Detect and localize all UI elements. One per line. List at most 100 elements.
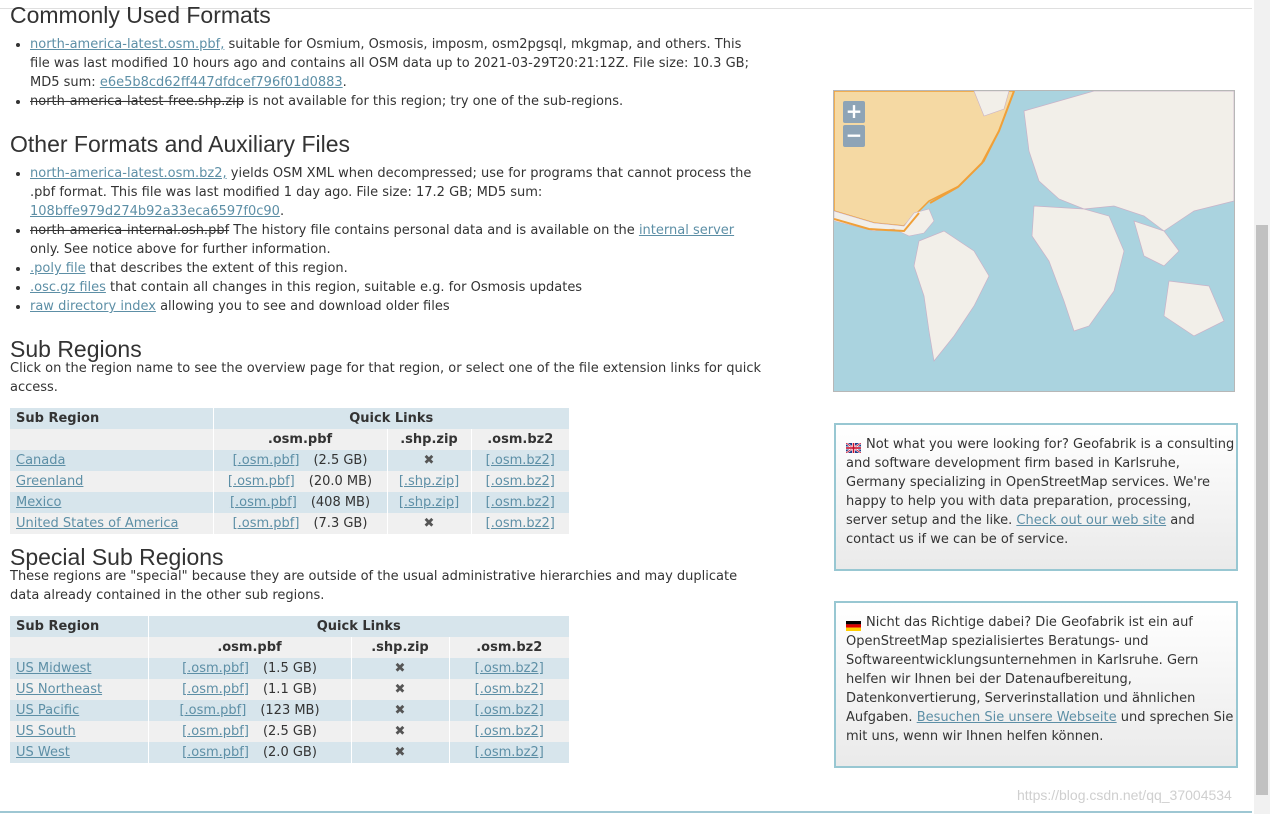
region-link-cell: US Northeast xyxy=(10,679,148,700)
region-name-link[interactable]: Mexico xyxy=(16,495,61,510)
internal-unavailable-label: north-america-internal.osh.pbf xyxy=(30,223,230,238)
bz2-md5-link[interactable]: 108bffe979d274b92a33eca6597f0c90 xyxy=(30,204,280,219)
shp-cell: ✖ xyxy=(350,721,449,742)
pbf-md5-link[interactable]: e6e5b8cd62ff447dfdcef796f01d0883 xyxy=(100,75,343,90)
watermark: https://blog.csdn.net/qq_37004534 xyxy=(1017,787,1232,803)
pbf-cell: [.osm.pbf] (2.0 GB) xyxy=(147,742,351,763)
table-row: US Midwest [.osm.pbf] (1.5 GB) ✖ [.osm.bz2] xyxy=(10,658,569,679)
pbf-link[interactable]: [.osm.pbf] xyxy=(179,703,246,718)
column-header-bz2: .osm.bz2 xyxy=(448,637,569,658)
shp-link[interactable]: [.shp.zip] xyxy=(399,495,459,510)
shp-cell: ✖ xyxy=(386,450,471,471)
scrollbar-thumb[interactable] xyxy=(1256,225,1268,795)
pbf-link[interactable]: [.osm.pbf] xyxy=(228,474,295,489)
pbf-cell: [.osm.pbf] (20.0 MB) xyxy=(212,471,387,492)
sub-regions-table: Sub Region Quick Links .osm.pbf .shp.zip… xyxy=(10,408,569,534)
bz2-link[interactable]: [.osm.bz2] xyxy=(475,703,544,718)
pbf-link[interactable]: [.osm.pbf] xyxy=(182,724,249,739)
internal-server-link[interactable]: internal server xyxy=(639,223,734,238)
table-row: US Northeast [.osm.pbf] (1.1 GB) ✖ [.osm.bz2… xyxy=(10,679,569,700)
region-link-cell: US South xyxy=(10,721,148,742)
column-header-bz2: .osm.bz2 xyxy=(470,429,569,450)
table-subheader-row: .osm.pbf .shp.zip .osm.bz2 xyxy=(10,637,569,658)
not-available-icon: ✖ xyxy=(423,453,435,468)
region-name-link[interactable]: US West xyxy=(16,745,70,760)
list-item: .osc.gz files that contain all changes i… xyxy=(30,278,762,297)
bz2-download-link[interactable]: north-america-latest.osm.bz2, xyxy=(30,166,227,181)
not-available-icon: ✖ xyxy=(394,703,406,718)
bottom-divider xyxy=(0,811,1252,813)
pbf-link[interactable]: [.osm.pbf] xyxy=(233,453,300,468)
region-name-link[interactable]: United States of America xyxy=(16,516,178,531)
pbf-link[interactable]: [.osm.pbf] xyxy=(182,745,249,760)
table-row: US West [.osm.pbf] (2.0 GB) ✖ [.osm.bz2] xyxy=(10,742,569,763)
column-header-quick-links: Quick Links xyxy=(212,408,569,429)
region-map[interactable] xyxy=(833,90,1235,392)
bz2-link[interactable]: [.osm.bz2] xyxy=(486,495,555,510)
bz2-link[interactable]: [.osm.bz2] xyxy=(475,661,544,676)
shp-cell: ✖ xyxy=(386,513,471,534)
column-header-sub-region: Sub Region xyxy=(10,408,213,429)
uk-flag-icon xyxy=(845,440,862,454)
column-header-shp: .shp.zip xyxy=(350,637,449,658)
region-name-link[interactable]: US Northeast xyxy=(16,682,102,697)
file-size: (1.1 GB) xyxy=(262,682,317,697)
region-link-cell: Greenland xyxy=(10,471,213,492)
check-website-link[interactable]: Check out our web site xyxy=(1016,513,1166,528)
bz2-cell: [.osm.bz2] xyxy=(448,742,569,763)
info-box-german: Nicht das Richtige dabei? Die Geofabrik … xyxy=(834,601,1238,768)
info-de-text: Nicht das Richtige dabei? Die Geofabrik … xyxy=(846,615,1199,725)
table-row: US Pacific [.osm.pbf] (123 MB) ✖ [.osm.bz2] xyxy=(10,700,569,721)
pbf-cell: [.osm.pbf] (1.5 GB) xyxy=(147,658,351,679)
pbf-link[interactable]: [.osm.pbf] xyxy=(182,661,249,676)
table-header-row: Sub Region Quick Links xyxy=(10,408,569,429)
zoom-out-button[interactable]: − xyxy=(843,125,865,147)
world-map-graphic xyxy=(834,91,1234,391)
list-item: raw directory index allowing you to see … xyxy=(30,297,762,316)
pbf-download-link[interactable]: north-america-latest.osm.pbf, xyxy=(30,37,224,52)
region-link-cell: US Midwest xyxy=(10,658,148,679)
special-sub-regions-table: Sub Region Quick Links .osm.pbf .shp.zip… xyxy=(10,616,569,763)
not-available-icon: ✖ xyxy=(394,745,406,760)
region-name-link[interactable]: US South xyxy=(16,724,76,739)
file-size: (123 MB) xyxy=(260,703,320,718)
region-name-link[interactable]: US Pacific xyxy=(16,703,79,718)
column-header-pbf: .osm.pbf xyxy=(212,429,387,450)
region-name-link[interactable]: Greenland xyxy=(16,474,83,489)
pbf-link[interactable]: [.osm.pbf] xyxy=(182,682,249,697)
pbf-cell: [.osm.pbf] (2.5 GB) xyxy=(147,721,351,742)
bz2-link[interactable]: [.osm.bz2] xyxy=(475,682,544,697)
bz2-link[interactable]: [.osm.bz2] xyxy=(486,453,555,468)
column-header-shp: .shp.zip xyxy=(386,429,471,450)
bz2-link[interactable]: [.osm.bz2] xyxy=(486,474,555,489)
bz2-link[interactable]: [.osm.bz2] xyxy=(486,516,555,531)
file-size: (20.0 MB) xyxy=(308,474,373,489)
bz2-link[interactable]: [.osm.bz2] xyxy=(475,745,544,760)
list-item: north-america-internal.osh.pbf The histo… xyxy=(30,221,762,259)
poly-file-link[interactable]: .poly file xyxy=(30,261,86,276)
pbf-link[interactable]: [.osm.pbf] xyxy=(230,495,297,510)
region-name-link[interactable]: US Midwest xyxy=(16,661,91,676)
region-link-cell: US West xyxy=(10,742,148,763)
osc-files-link[interactable]: .osc.gz files xyxy=(30,280,106,295)
table-header-row: Sub Region Quick Links xyxy=(10,616,569,637)
bz2-link[interactable]: [.osm.bz2] xyxy=(475,724,544,739)
region-link-cell: Canada xyxy=(10,450,213,471)
common-formats-list: north-america-latest.osm.pbf, suitable f… xyxy=(10,35,762,111)
file-size: (1.5 GB) xyxy=(262,661,317,676)
german-flag-icon xyxy=(846,618,861,631)
table-row: Greenland [.osm.pbf] (20.0 MB) [.shp.zip] [.… xyxy=(10,471,569,492)
zoom-in-button[interactable]: + xyxy=(843,101,865,123)
region-link-cell: US Pacific xyxy=(10,700,148,721)
visit-website-link-de[interactable]: Besuchen Sie unsere Webseite xyxy=(917,710,1117,725)
column-header-quick-links: Quick Links xyxy=(147,616,569,637)
file-size: (7.3 GB) xyxy=(313,516,368,531)
list-item: north-america-latest.osm.pbf, suitable f… xyxy=(30,35,762,92)
pbf-link[interactable]: [.osm.pbf] xyxy=(233,516,300,531)
raw-directory-link[interactable]: raw directory index xyxy=(30,299,156,314)
not-available-icon: ✖ xyxy=(394,682,406,697)
file-size: (408 MB) xyxy=(310,495,371,510)
shp-link[interactable]: [.shp.zip] xyxy=(399,474,459,489)
pbf-cell: [.osm.pbf] (7.3 GB) xyxy=(212,513,387,534)
region-name-link[interactable]: Canada xyxy=(16,453,65,468)
